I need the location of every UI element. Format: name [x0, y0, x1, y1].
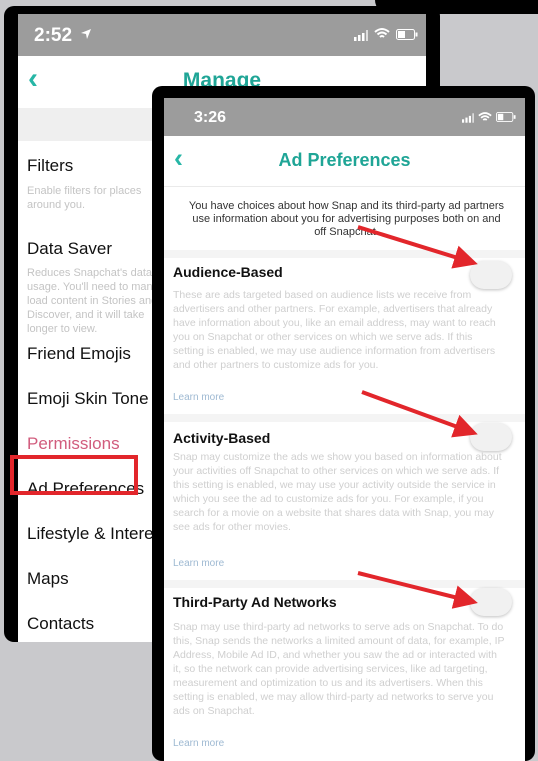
menu-item-contacts[interactable]: Contacts: [27, 614, 94, 634]
section-separator: [164, 414, 525, 422]
battery-icon: [396, 29, 418, 40]
page-title: Ad Preferences: [278, 150, 411, 170]
ad-preferences-screen: 3:26 ‹ Ad Preferences You have choices a…: [164, 98, 525, 761]
status-time: 3:26: [194, 109, 227, 126]
menu-item-friend-emojis[interactable]: Friend Emojis: [27, 344, 131, 364]
battery-icon: [496, 112, 516, 122]
status-bar: 2:52: [18, 14, 426, 56]
third-party-desc: Snap may use third-party ad networks to …: [173, 621, 505, 717]
menu-item-emoji-skin-tone[interactable]: Emoji Skin Tone: [27, 389, 149, 409]
menu-item-permissions[interactable]: Permissions: [27, 434, 120, 454]
audience-based-title: Audience-Based: [173, 264, 283, 280]
divider: [164, 186, 525, 187]
activity-based-title: Activity-Based: [173, 430, 271, 446]
third-party-learn-more-link[interactable]: Learn more: [173, 738, 224, 749]
activity-based-desc: Snap may customize the ads we show you b…: [173, 451, 502, 533]
data-saver-title[interactable]: Data Saver: [27, 239, 112, 259]
wifi-icon: [478, 112, 492, 121]
filters-title[interactable]: Filters: [27, 156, 73, 176]
intro-text: You have choices about how Snap and its …: [188, 200, 505, 238]
audience-based-toggle[interactable]: [470, 261, 512, 289]
section-separator: [164, 580, 525, 588]
status-time: 2:52: [34, 25, 73, 46]
audience-based-desc: These are ads targeted based on audience…: [173, 289, 496, 371]
ad-preferences-highlight: [10, 455, 138, 495]
menu-item-maps[interactable]: Maps: [27, 569, 69, 589]
third-party-title: Third-Party Ad Networks: [173, 594, 337, 610]
ad-preferences-phone: 3:26 ‹ Ad Preferences You have choices a…: [152, 86, 535, 761]
third-party-toggle[interactable]: [470, 588, 512, 616]
activity-based-learn-more-link[interactable]: Learn more: [173, 558, 224, 569]
signal-icon: [462, 113, 474, 123]
activity-based-toggle[interactable]: [470, 423, 512, 451]
section-separator: [164, 250, 525, 258]
audience-based-learn-more-link[interactable]: Learn more: [173, 392, 224, 403]
ad-preferences-navbar: ‹ Ad Preferences: [164, 136, 525, 186]
status-bar: 3:26: [164, 98, 525, 136]
wifi-icon: [374, 28, 390, 38]
signal-icon: [354, 30, 368, 41]
location-arrow-icon: [81, 29, 91, 39]
